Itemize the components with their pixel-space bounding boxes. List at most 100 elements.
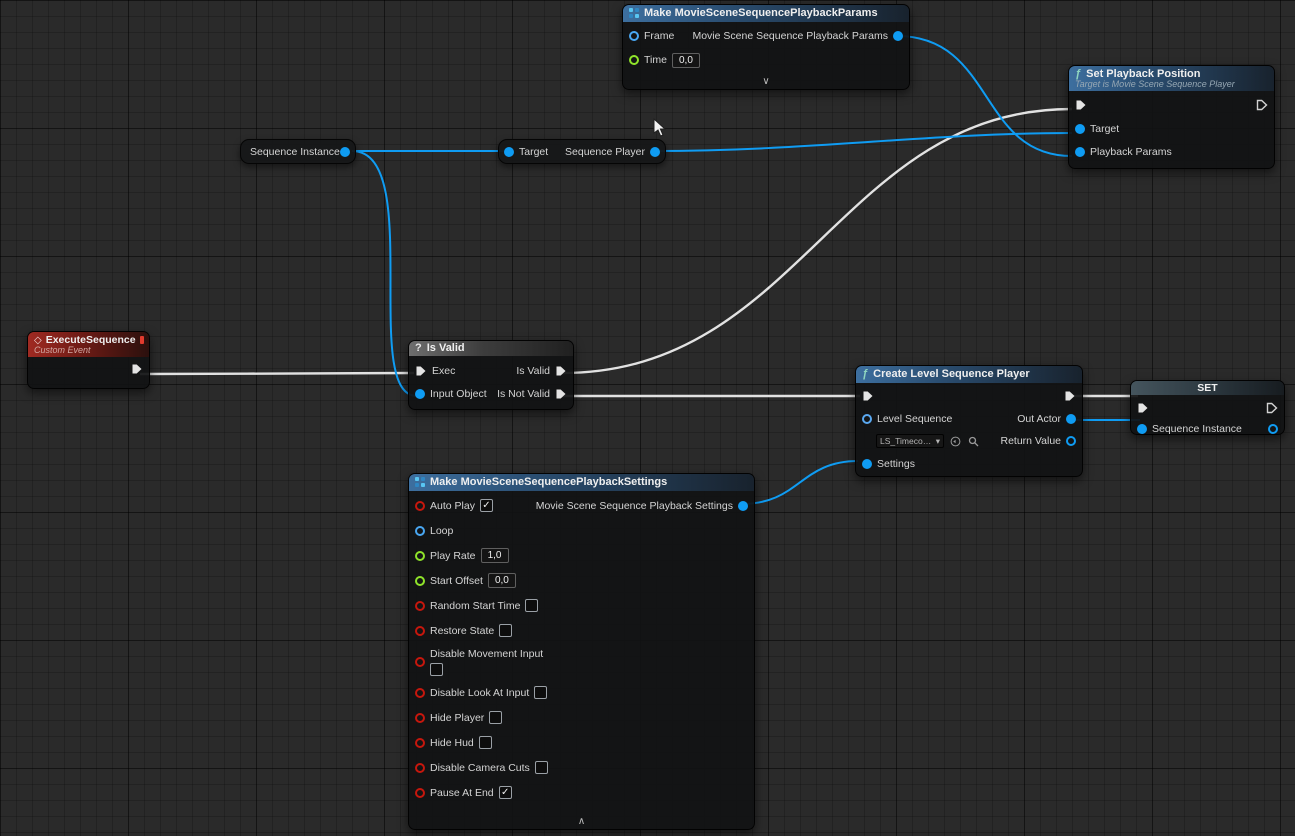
node-make-movie-scene-sequence-playback-settings[interactable]: Make MovieSceneSequencePlaybackSettings … [408,473,755,830]
start-offset-pin[interactable] [415,576,425,586]
disable-movement-input-label: Disable Movement Input [430,648,543,660]
collapse-node-chevron-icon[interactable]: ∧ [409,816,754,828]
start-offset-input[interactable]: 0,0 [488,573,516,588]
restore-state-pin[interactable] [415,626,425,636]
disable-camera-cuts-checkbox[interactable] [535,761,548,774]
node-set-sequence-instance[interactable]: SET Sequence Instance [1130,380,1285,435]
node-header[interactable]: ◇ ExecuteSequence Custom Event [28,332,149,357]
target-input-pin[interactable] [504,147,514,157]
disable-camera-cuts-pin[interactable] [415,763,425,773]
exec-in-pin[interactable] [1075,99,1087,111]
pause-at-end-checkbox[interactable]: ✓ [499,786,512,799]
playback-params-output-label: Movie Scene Sequence Playback Params [692,30,888,42]
mouse-cursor-icon [652,118,670,138]
playback-params-input-pin[interactable] [1075,147,1085,157]
settings-output-pin[interactable] [738,501,748,511]
node-title: Create Level Sequence Player [873,368,1030,380]
target-input-pin[interactable] [1075,124,1085,134]
return-value-output-pin[interactable] [1066,436,1076,446]
input-object-pin[interactable] [415,389,425,399]
sequence-instance-output-pin[interactable] [340,147,350,157]
sequence-player-output-label: Sequence Player [565,146,645,158]
wire-exec-executesequence-isvalid[interactable] [140,373,414,374]
asset-picker-dropdown[interactable]: LS_TimecodePr ▾ [876,434,944,448]
node-header[interactable]: ƒ Create Level Sequence Player [856,366,1082,383]
target-pin-label: Target [1090,123,1119,135]
disable-movement-input-pin[interactable] [415,657,425,667]
time-value-input[interactable]: 0,0 [672,53,700,68]
expand-node-chevron-icon[interactable]: ∨ [623,76,909,88]
node-header[interactable]: ƒ Set Playback Position Target is Movie … [1069,66,1274,91]
node-subtitle: Custom Event [34,345,143,355]
auto-play-checkbox[interactable]: ✓ [480,499,493,512]
level-sequence-label: Level Sequence [877,413,952,425]
playback-params-output-pin[interactable] [893,31,903,41]
auto-play-pin[interactable] [415,501,425,511]
out-actor-output-pin[interactable] [1066,414,1076,424]
random-start-time-pin[interactable] [415,601,425,611]
exec-out-pin[interactable] [1256,99,1268,111]
node-make-movie-scene-sequence-playback-params[interactable]: Make MovieSceneSequencePlaybackParams Fr… [622,4,910,90]
exec-out-pin[interactable] [131,363,143,375]
use-selected-asset-button[interactable] [949,435,962,448]
play-rate-pin[interactable] [415,551,425,561]
delegate-pin[interactable] [140,336,144,344]
exec-out-pin[interactable] [1064,390,1076,402]
sequence-instance-input-pin[interactable] [1137,424,1147,434]
blueprint-graph-canvas[interactable]: Make MovieSceneSequencePlaybackParams Fr… [0,0,1295,836]
hide-hud-checkbox[interactable] [479,736,492,749]
question-icon: ? [415,342,422,354]
node-header[interactable]: Make MovieSceneSequencePlaybackParams [623,5,909,22]
target-pin-label: Target [519,146,548,158]
disable-movement-input-checkbox[interactable] [430,663,443,676]
exec-in-pin[interactable] [1137,402,1149,414]
restore-state-label: Restore State [430,625,494,637]
node-title: Is Valid [427,342,465,354]
node-header[interactable]: SET [1131,381,1284,395]
play-rate-input[interactable]: 1,0 [481,548,509,563]
wire-data-settings-createplayer[interactable] [741,461,858,504]
make-struct-icon [629,8,639,18]
node-get-sequence-player[interactable]: Target Sequence Player [498,139,666,164]
restore-state-checkbox[interactable] [499,624,512,637]
disable-look-at-input-pin[interactable] [415,688,425,698]
settings-input-pin[interactable] [862,459,872,469]
exec-in-pin[interactable] [862,390,874,402]
browse-asset-button[interactable] [967,435,980,448]
node-header[interactable]: Make MovieSceneSequencePlaybackSettings [409,474,754,491]
is-not-valid-exec-out-pin[interactable] [555,388,567,400]
node-title: SET [1197,382,1217,394]
set-output-pin[interactable] [1268,424,1278,434]
node-set-playback-position[interactable]: ƒ Set Playback Position Target is Movie … [1068,65,1275,169]
level-sequence-input-pin[interactable] [862,414,872,424]
frame-input-pin[interactable] [629,31,639,41]
loop-pin[interactable] [415,526,425,536]
is-valid-exec-out-pin[interactable] [555,365,567,377]
node-header[interactable]: ? Is Valid [409,341,573,356]
hide-hud-pin[interactable] [415,738,425,748]
exec-in-pin[interactable] [415,365,427,377]
hide-player-checkbox[interactable] [489,711,502,724]
node-create-level-sequence-player[interactable]: ƒ Create Level Sequence Player Level Seq… [855,365,1083,477]
node-title: Make MovieSceneSequencePlaybackSettings [430,476,667,488]
disable-look-at-input-checkbox[interactable] [534,686,547,699]
disable-look-at-input-label: Disable Look At Input [430,687,529,699]
asset-name: LS_TimecodePr [880,436,934,446]
loop-label: Loop [430,525,453,537]
node-is-valid[interactable]: ? Is Valid Exec Is Valid Input Object Is… [408,340,574,410]
wire-data-sequenceplayer-target[interactable] [653,133,1072,151]
time-pin-label: Time [644,54,667,66]
node-get-sequence-instance[interactable]: Sequence Instance [240,139,356,164]
settings-output-label: Movie Scene Sequence Playback Settings [536,500,733,512]
node-execute-sequence-event[interactable]: ◇ ExecuteSequence Custom Event [27,331,150,389]
exec-out-pin[interactable] [1266,402,1278,414]
sequence-player-output-pin[interactable] [650,147,660,157]
node-title: Make MovieSceneSequencePlaybackParams [644,7,878,19]
hide-player-pin[interactable] [415,713,425,723]
time-input-pin[interactable] [629,55,639,65]
settings-label: Settings [877,458,915,470]
wire-data-playbackparams-out[interactable] [897,36,1072,156]
function-icon: ƒ [862,368,868,380]
random-start-time-checkbox[interactable] [525,599,538,612]
pause-at-end-pin[interactable] [415,788,425,798]
